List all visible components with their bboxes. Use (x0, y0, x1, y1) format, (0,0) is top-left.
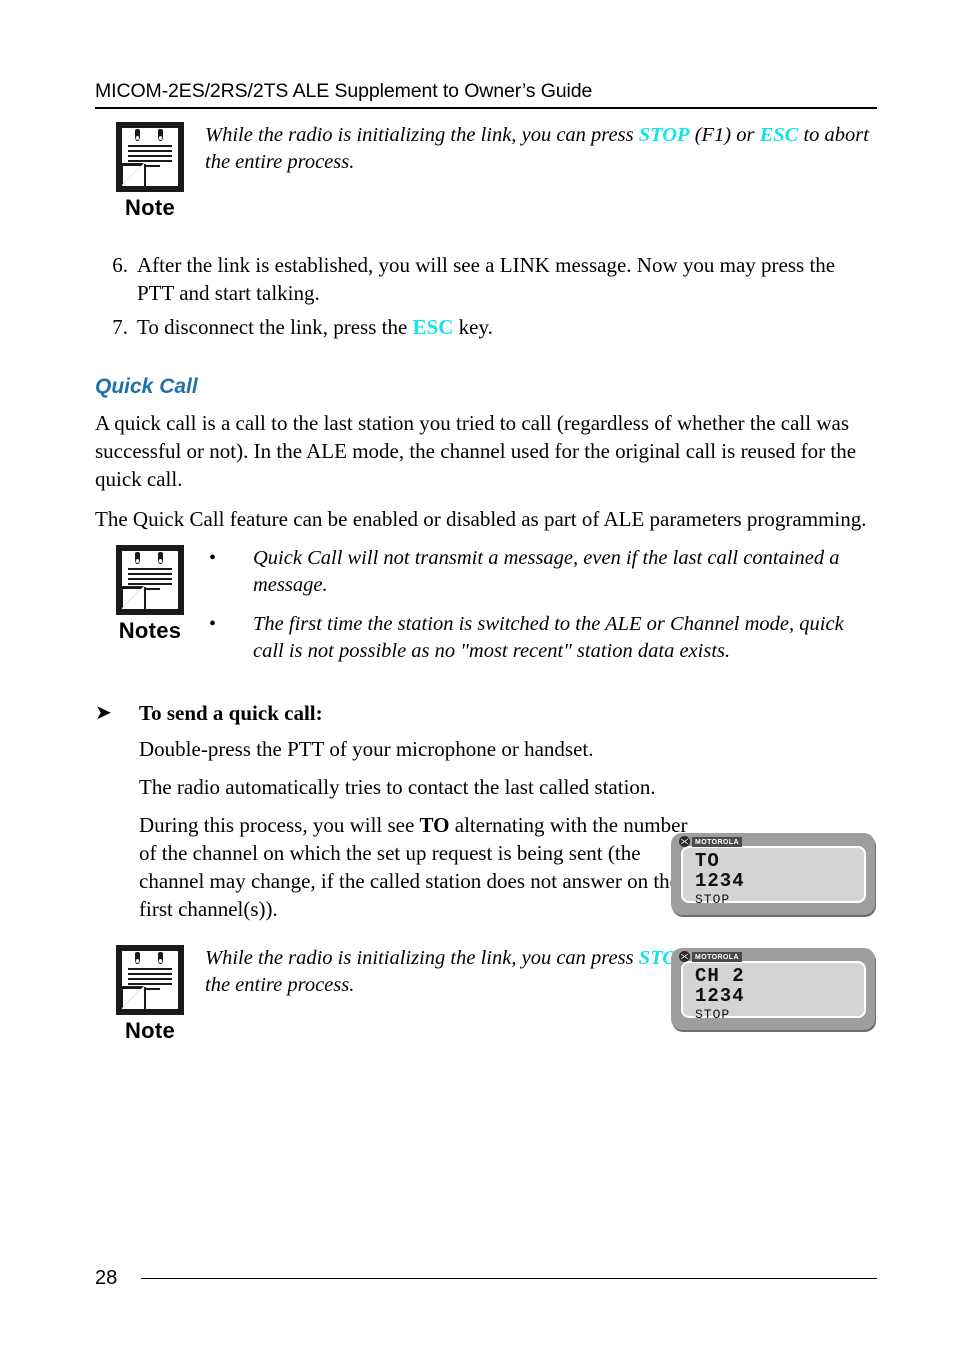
lcd-screen: CH 2 1234 STOP (681, 961, 866, 1022)
step-text-bold-to: TO (419, 813, 450, 837)
lcd-softkey-label: STOP (695, 1007, 731, 1022)
notepad-fold-corner-icon (121, 586, 146, 609)
notepad-ring-icon (135, 952, 140, 964)
page-header: MICOM-2ES/2RS/2TS ALE Supplement to Owne… (95, 80, 877, 109)
footer-rule (141, 1278, 877, 1279)
notes-bullet-list: • Quick Call will not transmit a message… (205, 545, 877, 665)
page-number: 28 (95, 1267, 118, 1289)
key-esc: ESC (759, 124, 799, 146)
step-text: To disconnect the link, press the ESC ke… (137, 313, 877, 341)
motorola-wordmark: MOTOROLA (692, 836, 742, 847)
notepad-ring-icon (158, 552, 163, 564)
list-item: • Quick Call will not transmit a message… (205, 545, 877, 599)
procedure-step: Double-press the PTT of your microphone … (139, 737, 594, 761)
lcd-line-2: 1234 (695, 985, 745, 1007)
step-text-segment: During this process, you will see (139, 813, 420, 837)
paragraph-quick-call-1: A quick call is a call to the last stati… (95, 411, 857, 491)
notepad-fold-corner-icon (121, 163, 146, 186)
lcd-line-1: CH 2 (695, 965, 745, 987)
procedure-step: The radio automatically tries to contact… (139, 775, 656, 799)
motorola-brand-bar: MOTOROLA (679, 951, 742, 962)
step-text-segment: To disconnect the link, press the (137, 315, 413, 339)
bullet-glyph: • (209, 613, 217, 635)
bullet-text: The first time the station is switched t… (253, 613, 844, 662)
key-stop: STOP (638, 124, 690, 146)
note-label: Note (124, 195, 176, 220)
motorola-wordmark: MOTOROLA (692, 951, 742, 962)
paragraph-quick-call-2: The Quick Call feature can be enabled or… (95, 507, 867, 531)
notepad-ring-icon (135, 552, 140, 564)
motorola-logo-icon (679, 836, 690, 847)
list-item: 6. After the link is established, you wi… (95, 251, 877, 307)
notes-label: Notes (118, 618, 182, 643)
note-text-segment: While the radio is initializing the link… (205, 947, 639, 969)
list-item: • The first time the station is switched… (205, 611, 877, 665)
lcd-line-1: TO (695, 850, 720, 872)
arrow-bullet-icon: ➤ (95, 702, 112, 724)
lcd-screen: TO 1234 STOP (681, 846, 866, 907)
header-rule (95, 107, 877, 109)
notepad-ring-icon (158, 952, 163, 964)
step-text: After the link is established, you will … (137, 253, 836, 305)
procedure-title: To send a quick call: (139, 701, 323, 725)
step-text-segment: key. (453, 315, 493, 339)
notepad-sheet (121, 128, 178, 186)
motorola-brand-bar: MOTOROLA (679, 836, 742, 847)
notepad-fold-corner-icon (121, 986, 146, 1009)
notepad-ring-icon (158, 129, 163, 141)
note-text-top: While the radio is initializing the link… (205, 122, 877, 176)
step-number: 7. (112, 315, 128, 339)
notepad-icon (116, 945, 184, 1015)
note-text-segment: While the radio is initializing the link… (205, 124, 639, 146)
note-block-notes: Notes • Quick Call will not transmit a m… (95, 545, 877, 665)
bullet-glyph: • (209, 547, 217, 569)
page-footer: 28 (95, 1267, 877, 1290)
key-esc: ESC (412, 315, 454, 339)
notepad-ring-icon (135, 129, 140, 141)
lcd-softkey-label: STOP (695, 892, 731, 907)
header-title: MICOM-2ES/2RS/2TS ALE Supplement to Owne… (95, 80, 593, 102)
notepad-icon (116, 122, 184, 192)
note-block-top: Note While the radio is initializing the… (95, 122, 877, 221)
notepad-icon (116, 545, 184, 615)
notepad-sheet (121, 951, 178, 1009)
lcd-line-2: 1234 (695, 870, 745, 892)
notepad-sheet (121, 551, 178, 609)
numbered-step-list: 6. After the link is established, you wi… (95, 251, 877, 341)
bullet-text: Quick Call will not transmit a message, … (253, 547, 840, 596)
note-gutter: Notes (95, 545, 205, 644)
lcd-display-ch2: MOTOROLA CH 2 1234 STOP (671, 948, 875, 1030)
lcd-display-to: MOTOROLA TO 1234 STOP (671, 833, 875, 915)
step-number: 6. (112, 253, 128, 277)
section-heading-quick-call: Quick Call (95, 375, 198, 398)
note-gutter: Note (95, 945, 205, 1044)
note-gutter: Note (95, 122, 205, 221)
notes-text: • Quick Call will not transmit a message… (205, 545, 877, 665)
note-text-segment: (F1) or (689, 124, 760, 146)
motorola-logo-icon (679, 951, 690, 962)
list-item: 7. To disconnect the link, press the ESC… (95, 313, 877, 341)
procedure-heading: ➤ To send a quick call: (95, 699, 877, 727)
procedure-step: During this process, you will see TO alt… (139, 811, 691, 923)
document-page: MICOM-2ES/2RS/2TS ALE Supplement to Owne… (0, 0, 954, 1352)
note-label: Note (124, 1018, 176, 1043)
